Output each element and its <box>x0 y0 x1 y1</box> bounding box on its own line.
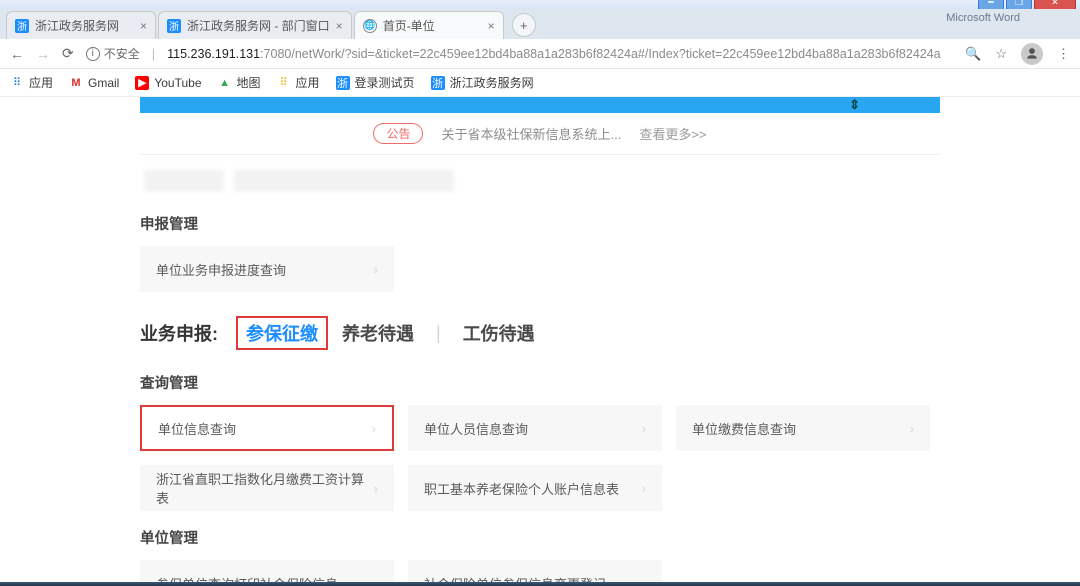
bookmark-youtube[interactable]: ▶YouTube <box>135 76 201 90</box>
reload-button[interactable]: ⟳ <box>62 45 74 62</box>
redacted-info-row <box>140 161 940 201</box>
card-label: 职工基本养老保险个人账户信息表 <box>424 479 619 498</box>
bookmarks-bar: ⠿应用 MGmail ▶YouTube ▲地图 ⠿应用 浙登录测试页 浙浙江政务… <box>0 69 1080 97</box>
url-path: :7080/netWork/?sid=&ticket=22c459ee12bd4… <box>260 47 941 61</box>
address-bar[interactable]: 115.236.191.131:7080/netWork/?sid=&ticke… <box>167 47 953 61</box>
tab-favicon-icon: 🌐 <box>363 19 377 33</box>
bookmark-login-test[interactable]: 浙登录测试页 <box>336 74 415 91</box>
card-unit-person-query[interactable]: 单位人员信息查询 › <box>408 405 662 451</box>
card-personal-pension-account[interactable]: 职工基本养老保险个人账户信息表 › <box>408 465 662 511</box>
business-tabs-label: 业务申报: <box>140 320 218 346</box>
window-titlebar: ━ ❐ ✕ <box>0 0 1080 9</box>
browser-menu-icon[interactable]: ⋮ <box>1057 46 1070 62</box>
tab-favicon-icon: 浙 <box>15 19 29 33</box>
section-title-unit: 单位管理 <box>140 527 940 548</box>
card-label: 浙江省直职工指数化月缴费工资计算表 <box>156 469 374 507</box>
top-banner: ⇕ <box>140 97 940 113</box>
card-unit-change-register[interactable]: 社会保险单位参保信息变更登记 › <box>408 560 662 582</box>
apps-icon: ⠿ <box>10 76 24 90</box>
card-zhejiang-index-wage[interactable]: 浙江省直职工指数化月缴费工资计算表 › <box>140 465 394 511</box>
page-viewport[interactable]: ⇕ 公告 关于省本级社保新信息系统上... 查看更多>> 申报管理 单位业务申报… <box>0 97 1080 582</box>
bookmark-zhejiang[interactable]: 浙浙江政务服务网 <box>431 74 534 91</box>
close-icon[interactable]: × <box>488 19 495 33</box>
background-app-hint: Microsoft Word <box>946 12 1020 24</box>
card-label: 参保单位查询打印社会保险信息 <box>156 574 338 583</box>
card-label: 单位业务申报进度查询 <box>156 260 286 279</box>
chevron-right-icon: › <box>910 421 914 436</box>
page-content: ⇕ 公告 关于省本级社保新信息系统上... 查看更多>> 申报管理 单位业务申报… <box>140 97 940 582</box>
tab-title: 浙江政务服务网 - 部门窗口 <box>187 17 330 34</box>
bookmark-gmail[interactable]: MGmail <box>69 76 119 90</box>
card-shenbao-progress[interactable]: 单位业务申报进度查询 › <box>140 246 394 292</box>
section-title-shenbao: 申报管理 <box>140 213 940 234</box>
new-tab-button[interactable]: + <box>512 13 536 37</box>
browser-tab-3-active[interactable]: 🌐 首页-单位 × <box>354 11 504 39</box>
bookmark-apps[interactable]: ⠿应用 <box>10 74 53 91</box>
chevron-right-icon: › <box>372 421 376 436</box>
announcement-bar: 公告 关于省本级社保新信息系统上... 查看更多>> <box>140 113 940 155</box>
url-host: 115.236.191.131 <box>167 47 260 61</box>
biz-tab-gongshang[interactable]: 工伤待遇 <box>463 320 535 346</box>
browser-tabs: 浙 浙江政务服务网 × 浙 浙江政务服务网 - 部门窗口 × 🌐 首页-单位 ×… <box>0 9 1080 39</box>
card-label: 社会保险单位参保信息变更登记 <box>424 574 606 583</box>
bookmark-star-icon[interactable]: ☆ <box>995 46 1007 62</box>
browser-tab-2[interactable]: 浙 浙江政务服务网 - 部门窗口 × <box>158 11 352 39</box>
close-icon[interactable]: × <box>336 19 343 33</box>
card-label: 单位缴费信息查询 <box>692 419 796 438</box>
close-icon[interactable]: × <box>140 19 147 33</box>
section-title-query: 查询管理 <box>140 372 940 393</box>
back-button[interactable]: ← <box>10 46 24 62</box>
apps-icon: ⠿ <box>277 76 291 90</box>
business-tabs: 业务申报: 参保征缴 养老待遇 | 工伤待遇 <box>140 318 940 348</box>
card-unit-info-query[interactable]: 单位信息查询 › <box>140 405 394 451</box>
browser-toolbar: ← → ⟳ i 不安全 | 115.236.191.131:7080/netWo… <box>0 39 1080 69</box>
chevron-right-icon: › <box>642 481 646 496</box>
forward-button[interactable]: → <box>36 46 50 62</box>
card-label: 单位人员信息查询 <box>424 419 528 438</box>
youtube-icon: ▶ <box>135 76 149 90</box>
tab-title: 首页-单位 <box>383 17 435 34</box>
tab-favicon-icon: 浙 <box>167 19 181 33</box>
announcement-more-link[interactable]: 查看更多>> <box>639 124 706 143</box>
biz-tab-canbao[interactable]: 参保征缴 <box>236 316 328 350</box>
card-unit-print-insurance[interactable]: 参保单位查询打印社会保险信息 › <box>140 560 394 582</box>
taskbar[interactable] <box>0 582 1080 586</box>
bookmark-apps-2[interactable]: ⠿应用 <box>277 74 320 91</box>
biz-tab-yanglao[interactable]: 养老待遇 <box>342 320 414 346</box>
card-label: 单位信息查询 <box>158 419 236 438</box>
announcement-text[interactable]: 关于省本级社保新信息系统上... <box>441 124 621 143</box>
announcement-pill: 公告 <box>373 123 423 144</box>
bookmark-maps[interactable]: ▲地图 <box>218 74 261 91</box>
chevron-right-icon: › <box>642 421 646 436</box>
map-icon: ▲ <box>218 76 232 90</box>
site-icon: 浙 <box>431 76 445 90</box>
site-security-indicator[interactable]: i 不安全 <box>86 45 140 62</box>
card-unit-payment-query[interactable]: 单位缴费信息查询 › <box>676 405 930 451</box>
search-in-page-icon[interactable]: 🔍 <box>965 46 981 62</box>
site-icon: 浙 <box>336 76 350 90</box>
chevron-right-icon: › <box>374 262 378 277</box>
insecure-label: 不安全 <box>104 45 140 62</box>
banner-icon: ⇕ <box>849 97 860 113</box>
gmail-icon: M <box>69 76 83 90</box>
browser-tab-1[interactable]: 浙 浙江政务服务网 × <box>6 11 156 39</box>
profile-avatar-icon[interactable] <box>1021 43 1043 65</box>
chevron-right-icon: › <box>374 481 378 496</box>
info-icon: i <box>86 47 100 61</box>
tab-title: 浙江政务服务网 <box>35 17 119 34</box>
